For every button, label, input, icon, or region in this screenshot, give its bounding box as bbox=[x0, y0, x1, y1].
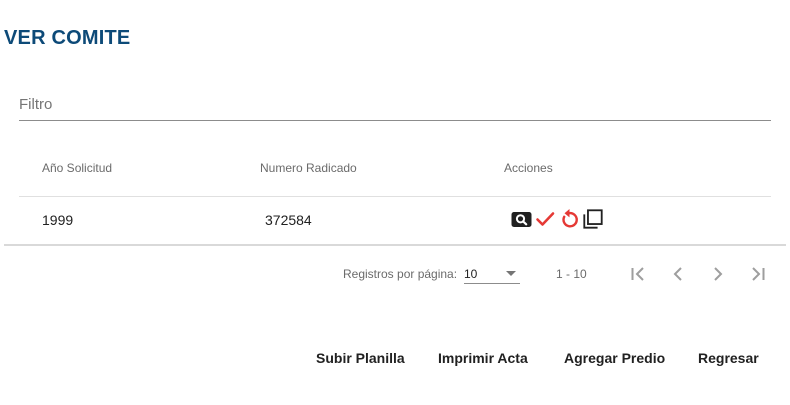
row-actions bbox=[510, 207, 604, 231]
cell-anio: 1999 bbox=[42, 212, 74, 228]
caret-down-icon bbox=[506, 271, 516, 276]
filter-field[interactable] bbox=[19, 88, 771, 121]
page-size-label: Registros por página: bbox=[343, 267, 458, 281]
check-icon[interactable] bbox=[534, 207, 556, 231]
page-size-value: 10 bbox=[464, 267, 478, 281]
action-buttons: Subir Planilla Imprimir Acta Agregar Pre… bbox=[0, 340, 790, 376]
table-divider bbox=[4, 244, 786, 246]
regresar-button[interactable]: Regresar bbox=[690, 340, 767, 376]
column-header-radicado[interactable]: Numero Radicado bbox=[260, 161, 357, 175]
search-icon[interactable] bbox=[510, 207, 532, 231]
previous-page-icon[interactable] bbox=[666, 262, 690, 286]
copy-icon[interactable] bbox=[582, 207, 604, 231]
column-header-anio[interactable]: Año Solicitud bbox=[42, 161, 112, 175]
data-table: Año Solicitud Numero Radicado Acciones 1… bbox=[19, 141, 771, 245]
page-title: VER COMITE bbox=[4, 27, 131, 49]
first-page-icon[interactable] bbox=[626, 262, 650, 286]
filter-input[interactable] bbox=[19, 92, 771, 116]
imprimir-acta-button[interactable]: Imprimir Acta bbox=[430, 340, 536, 376]
cell-radicado: 372584 bbox=[265, 212, 312, 228]
agregar-predio-button[interactable]: Agregar Predio bbox=[556, 340, 673, 376]
column-header-acciones: Acciones bbox=[504, 161, 553, 175]
last-page-icon[interactable] bbox=[746, 262, 770, 286]
paginator: Registros por página: 10 1 - 10 bbox=[0, 262, 790, 286]
next-page-icon[interactable] bbox=[706, 262, 730, 286]
page-range: 1 - 10 bbox=[556, 267, 587, 281]
table-header: Año Solicitud Numero Radicado Acciones bbox=[19, 141, 771, 197]
subir-planilla-button[interactable]: Subir Planilla bbox=[308, 340, 413, 376]
undo-icon[interactable] bbox=[558, 207, 580, 231]
page-size-select[interactable]: 10 bbox=[464, 262, 520, 284]
table-row: 1999 372584 bbox=[19, 197, 771, 245]
